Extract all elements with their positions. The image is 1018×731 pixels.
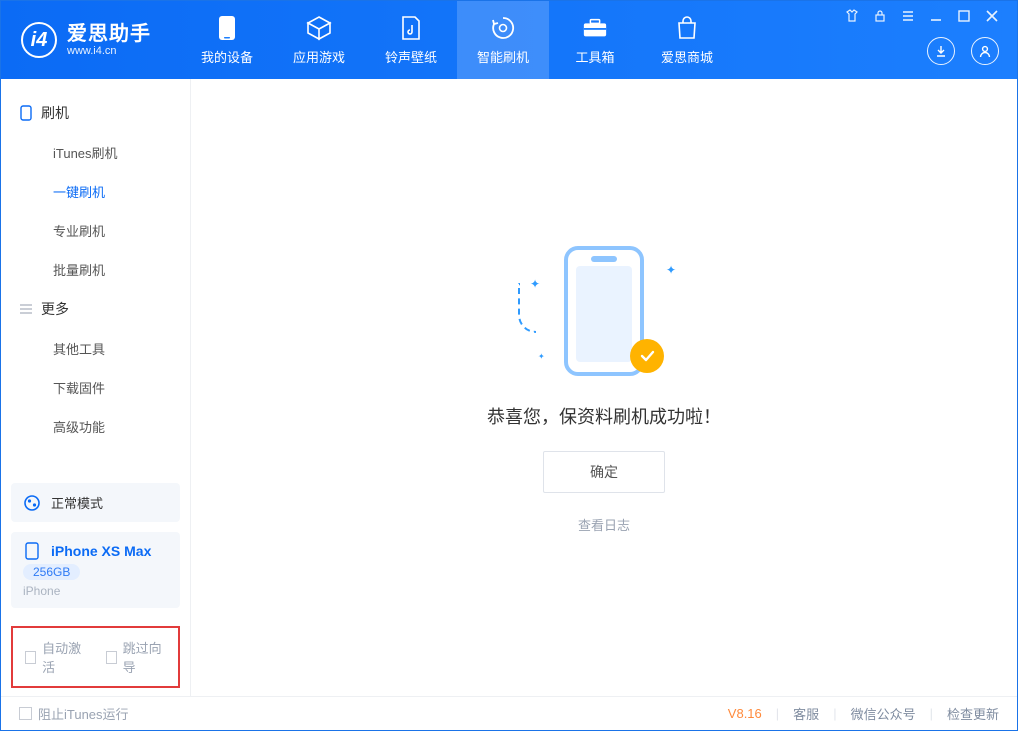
header-circle-buttons bbox=[927, 37, 999, 71]
tab-my-device[interactable]: 我的设备 bbox=[181, 1, 273, 79]
checkbox-label: 阻止iTunes运行 bbox=[38, 704, 129, 723]
bag-icon bbox=[674, 15, 700, 41]
close-icon[interactable] bbox=[985, 9, 999, 23]
sidebar-item-itunes-flash[interactable]: iTunes刷机 bbox=[1, 133, 190, 172]
checkbox-box-icon bbox=[19, 707, 32, 720]
brand-subtitle: www.i4.cn bbox=[67, 45, 151, 57]
sidebar-section-more: 更多 bbox=[1, 289, 190, 329]
app-window: i4 爱思助手 www.i4.cn 我的设备 应用游戏 bbox=[0, 0, 1018, 731]
success-illustration: ✦ ✦ ✦ bbox=[524, 241, 684, 381]
mode-card[interactable]: 正常模式 bbox=[11, 483, 180, 522]
sidebar-item-other-tools[interactable]: 其他工具 bbox=[1, 329, 190, 368]
divider: | bbox=[776, 706, 779, 721]
sparkle-icon: ✦ bbox=[666, 263, 676, 277]
checkbox-block-itunes[interactable]: 阻止iTunes运行 bbox=[19, 704, 129, 723]
checkbox-label: 自动激活 bbox=[42, 638, 85, 676]
nav-tabs: 我的设备 应用游戏 铃声壁纸 智能刷机 bbox=[181, 1, 733, 79]
tab-smart-flash[interactable]: 智能刷机 bbox=[457, 1, 549, 79]
list-icon bbox=[19, 302, 33, 316]
lock-icon[interactable] bbox=[873, 9, 887, 23]
tab-label: 工具箱 bbox=[575, 47, 614, 66]
sparkle-icon: ✦ bbox=[538, 352, 545, 361]
header: i4 爱思助手 www.i4.cn 我的设备 应用游戏 bbox=[1, 1, 1017, 79]
confirm-button[interactable]: 确定 bbox=[543, 451, 665, 493]
mode-icon bbox=[23, 494, 41, 512]
toolbox-icon bbox=[582, 15, 608, 41]
section-label: 刷机 bbox=[41, 103, 69, 123]
sidebar-item-advanced[interactable]: 高级功能 bbox=[1, 407, 190, 446]
wechat-link[interactable]: 微信公众号 bbox=[851, 704, 916, 723]
phone-icon bbox=[214, 15, 240, 41]
view-log-link[interactable]: 查看日志 bbox=[578, 515, 630, 534]
body: 刷机 iTunes刷机 一键刷机 专业刷机 批量刷机 更多 其他工具 下载固件 … bbox=[1, 79, 1017, 696]
tab-apps-games[interactable]: 应用游戏 bbox=[273, 1, 365, 79]
device-card[interactable]: iPhone XS Max 256GB iPhone bbox=[11, 532, 180, 608]
checkbox-auto-activate[interactable]: 自动激活 bbox=[25, 638, 86, 676]
check-update-link[interactable]: 检查更新 bbox=[947, 704, 999, 723]
checkbox-label: 跳过向导 bbox=[123, 638, 166, 676]
tab-label: 我的设备 bbox=[201, 47, 253, 66]
check-badge-icon bbox=[630, 339, 664, 373]
user-button[interactable] bbox=[971, 37, 999, 65]
refresh-shield-icon bbox=[490, 15, 516, 41]
sidebar-section-flash: 刷机 bbox=[1, 93, 190, 133]
main-content: ✦ ✦ ✦ 恭喜您，保资料刷机成功啦！ 确定 查看日志 bbox=[191, 79, 1017, 696]
section-label: 更多 bbox=[41, 299, 69, 319]
mode-label: 正常模式 bbox=[51, 493, 103, 512]
sidebar-item-oneclick-flash[interactable]: 一键刷机 bbox=[1, 172, 190, 211]
sidebar-item-batch-flash[interactable]: 批量刷机 bbox=[1, 250, 190, 289]
sidebar-item-pro-flash[interactable]: 专业刷机 bbox=[1, 211, 190, 250]
tab-label: 爱思商城 bbox=[661, 47, 713, 66]
tshirt-icon[interactable] bbox=[845, 9, 859, 23]
device-phone-icon bbox=[23, 542, 41, 560]
download-button[interactable] bbox=[927, 37, 955, 65]
cube-icon bbox=[306, 15, 332, 41]
sidebar-options-highlight: 自动激活 跳过向导 bbox=[11, 626, 180, 688]
header-right bbox=[845, 1, 999, 79]
window-controls bbox=[845, 9, 999, 23]
device-icon bbox=[19, 106, 33, 120]
device-capacity: 256GB bbox=[23, 564, 80, 580]
menu-icon[interactable] bbox=[901, 9, 915, 23]
device-name: iPhone XS Max bbox=[51, 543, 151, 559]
tab-label: 智能刷机 bbox=[477, 47, 529, 66]
checkbox-box-icon bbox=[25, 651, 36, 664]
logo: i4 爱思助手 www.i4.cn bbox=[21, 22, 151, 58]
brand-title: 爱思助手 bbox=[67, 23, 151, 45]
divider: | bbox=[833, 706, 836, 721]
tab-label: 铃声壁纸 bbox=[385, 47, 437, 66]
version-label: V8.16 bbox=[728, 706, 762, 721]
tab-label: 应用游戏 bbox=[293, 47, 345, 66]
logo-text: 爱思助手 www.i4.cn bbox=[67, 23, 151, 57]
checkbox-skip-guide[interactable]: 跳过向导 bbox=[106, 638, 167, 676]
tab-toolbox[interactable]: 工具箱 bbox=[549, 1, 641, 79]
sparkle-icon: ✦ bbox=[530, 277, 540, 291]
minimize-icon[interactable] bbox=[929, 9, 943, 23]
tab-ring-wallpaper[interactable]: 铃声壁纸 bbox=[365, 1, 457, 79]
tab-store[interactable]: 爱思商城 bbox=[641, 1, 733, 79]
support-link[interactable]: 客服 bbox=[793, 704, 819, 723]
footer-right: V8.16 | 客服 | 微信公众号 | 检查更新 bbox=[728, 704, 999, 723]
device-type: iPhone bbox=[23, 584, 60, 598]
footer: 阻止iTunes运行 V8.16 | 客服 | 微信公众号 | 检查更新 bbox=[1, 696, 1017, 730]
sidebar-cards: 正常模式 iPhone XS Max 256GB iPhone bbox=[1, 473, 190, 618]
success-message: 恭喜您，保资料刷机成功啦！ bbox=[487, 403, 721, 429]
sidebar-item-download-firmware[interactable]: 下载固件 bbox=[1, 368, 190, 407]
checkbox-box-icon bbox=[106, 651, 117, 664]
music-file-icon bbox=[398, 15, 424, 41]
sidebar: 刷机 iTunes刷机 一键刷机 专业刷机 批量刷机 更多 其他工具 下载固件 … bbox=[1, 79, 191, 696]
logo-icon: i4 bbox=[21, 22, 57, 58]
maximize-icon[interactable] bbox=[957, 9, 971, 23]
divider: | bbox=[930, 706, 933, 721]
